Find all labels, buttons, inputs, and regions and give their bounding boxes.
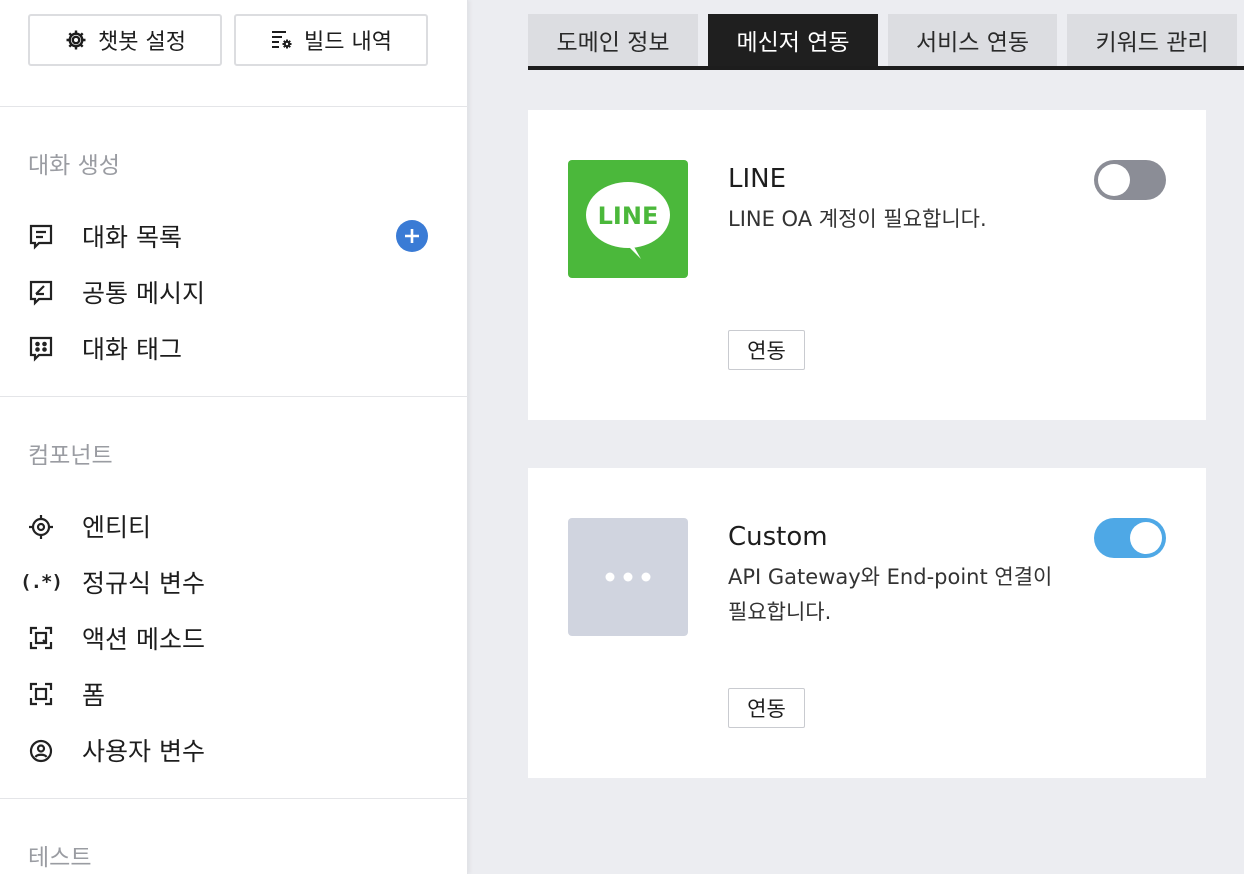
sidebar-item-label: 폼 xyxy=(82,681,106,710)
sidebar-item-conversation-list[interactable]: 대화 목록 xyxy=(26,216,446,256)
card-title: Custom xyxy=(728,522,828,552)
toggle-knob xyxy=(1130,522,1162,554)
build-history-button[interactable]: 빌드 내역 xyxy=(234,14,428,66)
sidebar-item-label: 사용자 변수 xyxy=(82,737,205,766)
user-circle-icon xyxy=(26,735,56,765)
line-toggle[interactable] xyxy=(1094,160,1166,200)
messenger-card-line: LINE LINE LINE OA 계정이 필요합니다. 연동 xyxy=(528,110,1206,420)
tab-keyword-management[interactable]: 키워드 관리 xyxy=(1067,14,1237,66)
message-edit-icon xyxy=(26,277,56,307)
section-title-test: 테스트 xyxy=(28,845,92,871)
divider xyxy=(0,106,468,107)
more-dots-icon xyxy=(605,572,651,582)
line-logo-text: LINE xyxy=(598,202,659,230)
chatbot-settings-label: 챗봇 설정 xyxy=(98,30,186,55)
section-title-component: 컴포넌트 xyxy=(28,443,113,469)
build-history-label: 빌드 내역 xyxy=(304,30,392,55)
divider xyxy=(0,798,468,799)
card-description: API Gateway와 End-point 연결이 필요합니다. xyxy=(728,565,1053,624)
sidebar-item-label: 대화 태그 xyxy=(82,335,182,364)
sidebar-item-label: 대화 목록 xyxy=(82,223,182,252)
gear-icon xyxy=(66,30,86,50)
tab-service-integration[interactable]: 서비스 연동 xyxy=(888,14,1057,66)
sidebar-item-label: 공통 메시지 xyxy=(82,279,205,308)
line-connect-button[interactable]: 연동 xyxy=(728,330,805,370)
add-conversation-button[interactable] xyxy=(396,220,428,252)
regex-icon: (.*) xyxy=(20,571,63,593)
tab-domain-info[interactable]: 도메인 정보 xyxy=(528,14,698,66)
line-logo: LINE xyxy=(568,160,688,278)
toggle-knob xyxy=(1098,164,1130,196)
form-frame-icon xyxy=(26,679,56,709)
sidebar-item-entity[interactable]: 엔티티 xyxy=(26,506,446,546)
target-icon xyxy=(26,511,56,541)
divider xyxy=(0,396,468,397)
plus-icon xyxy=(405,229,419,243)
sidebar-item-regex-variable[interactable]: (.*) 정규식 변수 xyxy=(20,562,446,602)
tab-messenger-integration[interactable]: 메신저 연동 xyxy=(708,14,878,66)
card-description: LINE OA 계정이 필요합니다. xyxy=(728,207,987,231)
sidebar-item-common-message[interactable]: 공통 메시지 xyxy=(26,272,446,312)
custom-toggle[interactable] xyxy=(1094,518,1166,558)
tab-underline xyxy=(528,66,1244,70)
custom-connect-button[interactable]: 연동 xyxy=(728,688,805,728)
sidebar-item-form[interactable]: 폼 xyxy=(26,674,446,714)
sidebar-item-label: 액션 메소드 xyxy=(82,625,205,654)
sidebar-item-conversation-tag[interactable]: 대화 태그 xyxy=(26,328,446,368)
sidebar-item-user-variable[interactable]: 사용자 변수 xyxy=(26,730,446,770)
sidebar-item-label: 정규식 변수 xyxy=(82,569,205,598)
build-list-gear-icon xyxy=(272,31,292,49)
section-title-conversation: 대화 생성 xyxy=(28,153,120,179)
sidebar-item-label: 엔티티 xyxy=(82,513,152,542)
card-title: LINE xyxy=(728,164,787,194)
sidebar-item-action-method[interactable]: 액션 메소드 xyxy=(26,618,446,658)
custom-logo xyxy=(568,518,688,636)
tab-bar: 도메인 정보 메신저 연동 서비스 연동 키워드 관리 xyxy=(528,14,1244,70)
line-chat-bubble-icon: LINE xyxy=(586,182,670,259)
message-list-icon xyxy=(26,221,56,251)
message-tag-icon xyxy=(26,333,56,363)
chatbot-settings-button[interactable]: 챗봇 설정 xyxy=(28,14,222,66)
messenger-card-custom: Custom API Gateway와 End-point 연결이 필요합니다.… xyxy=(528,468,1206,778)
action-frame-icon xyxy=(26,623,56,653)
sidebar: 챗봇 설정 빌드 내역 대화 생성 대화 목록 공통 메시지 대화 태그 컴포넌… xyxy=(0,0,468,874)
